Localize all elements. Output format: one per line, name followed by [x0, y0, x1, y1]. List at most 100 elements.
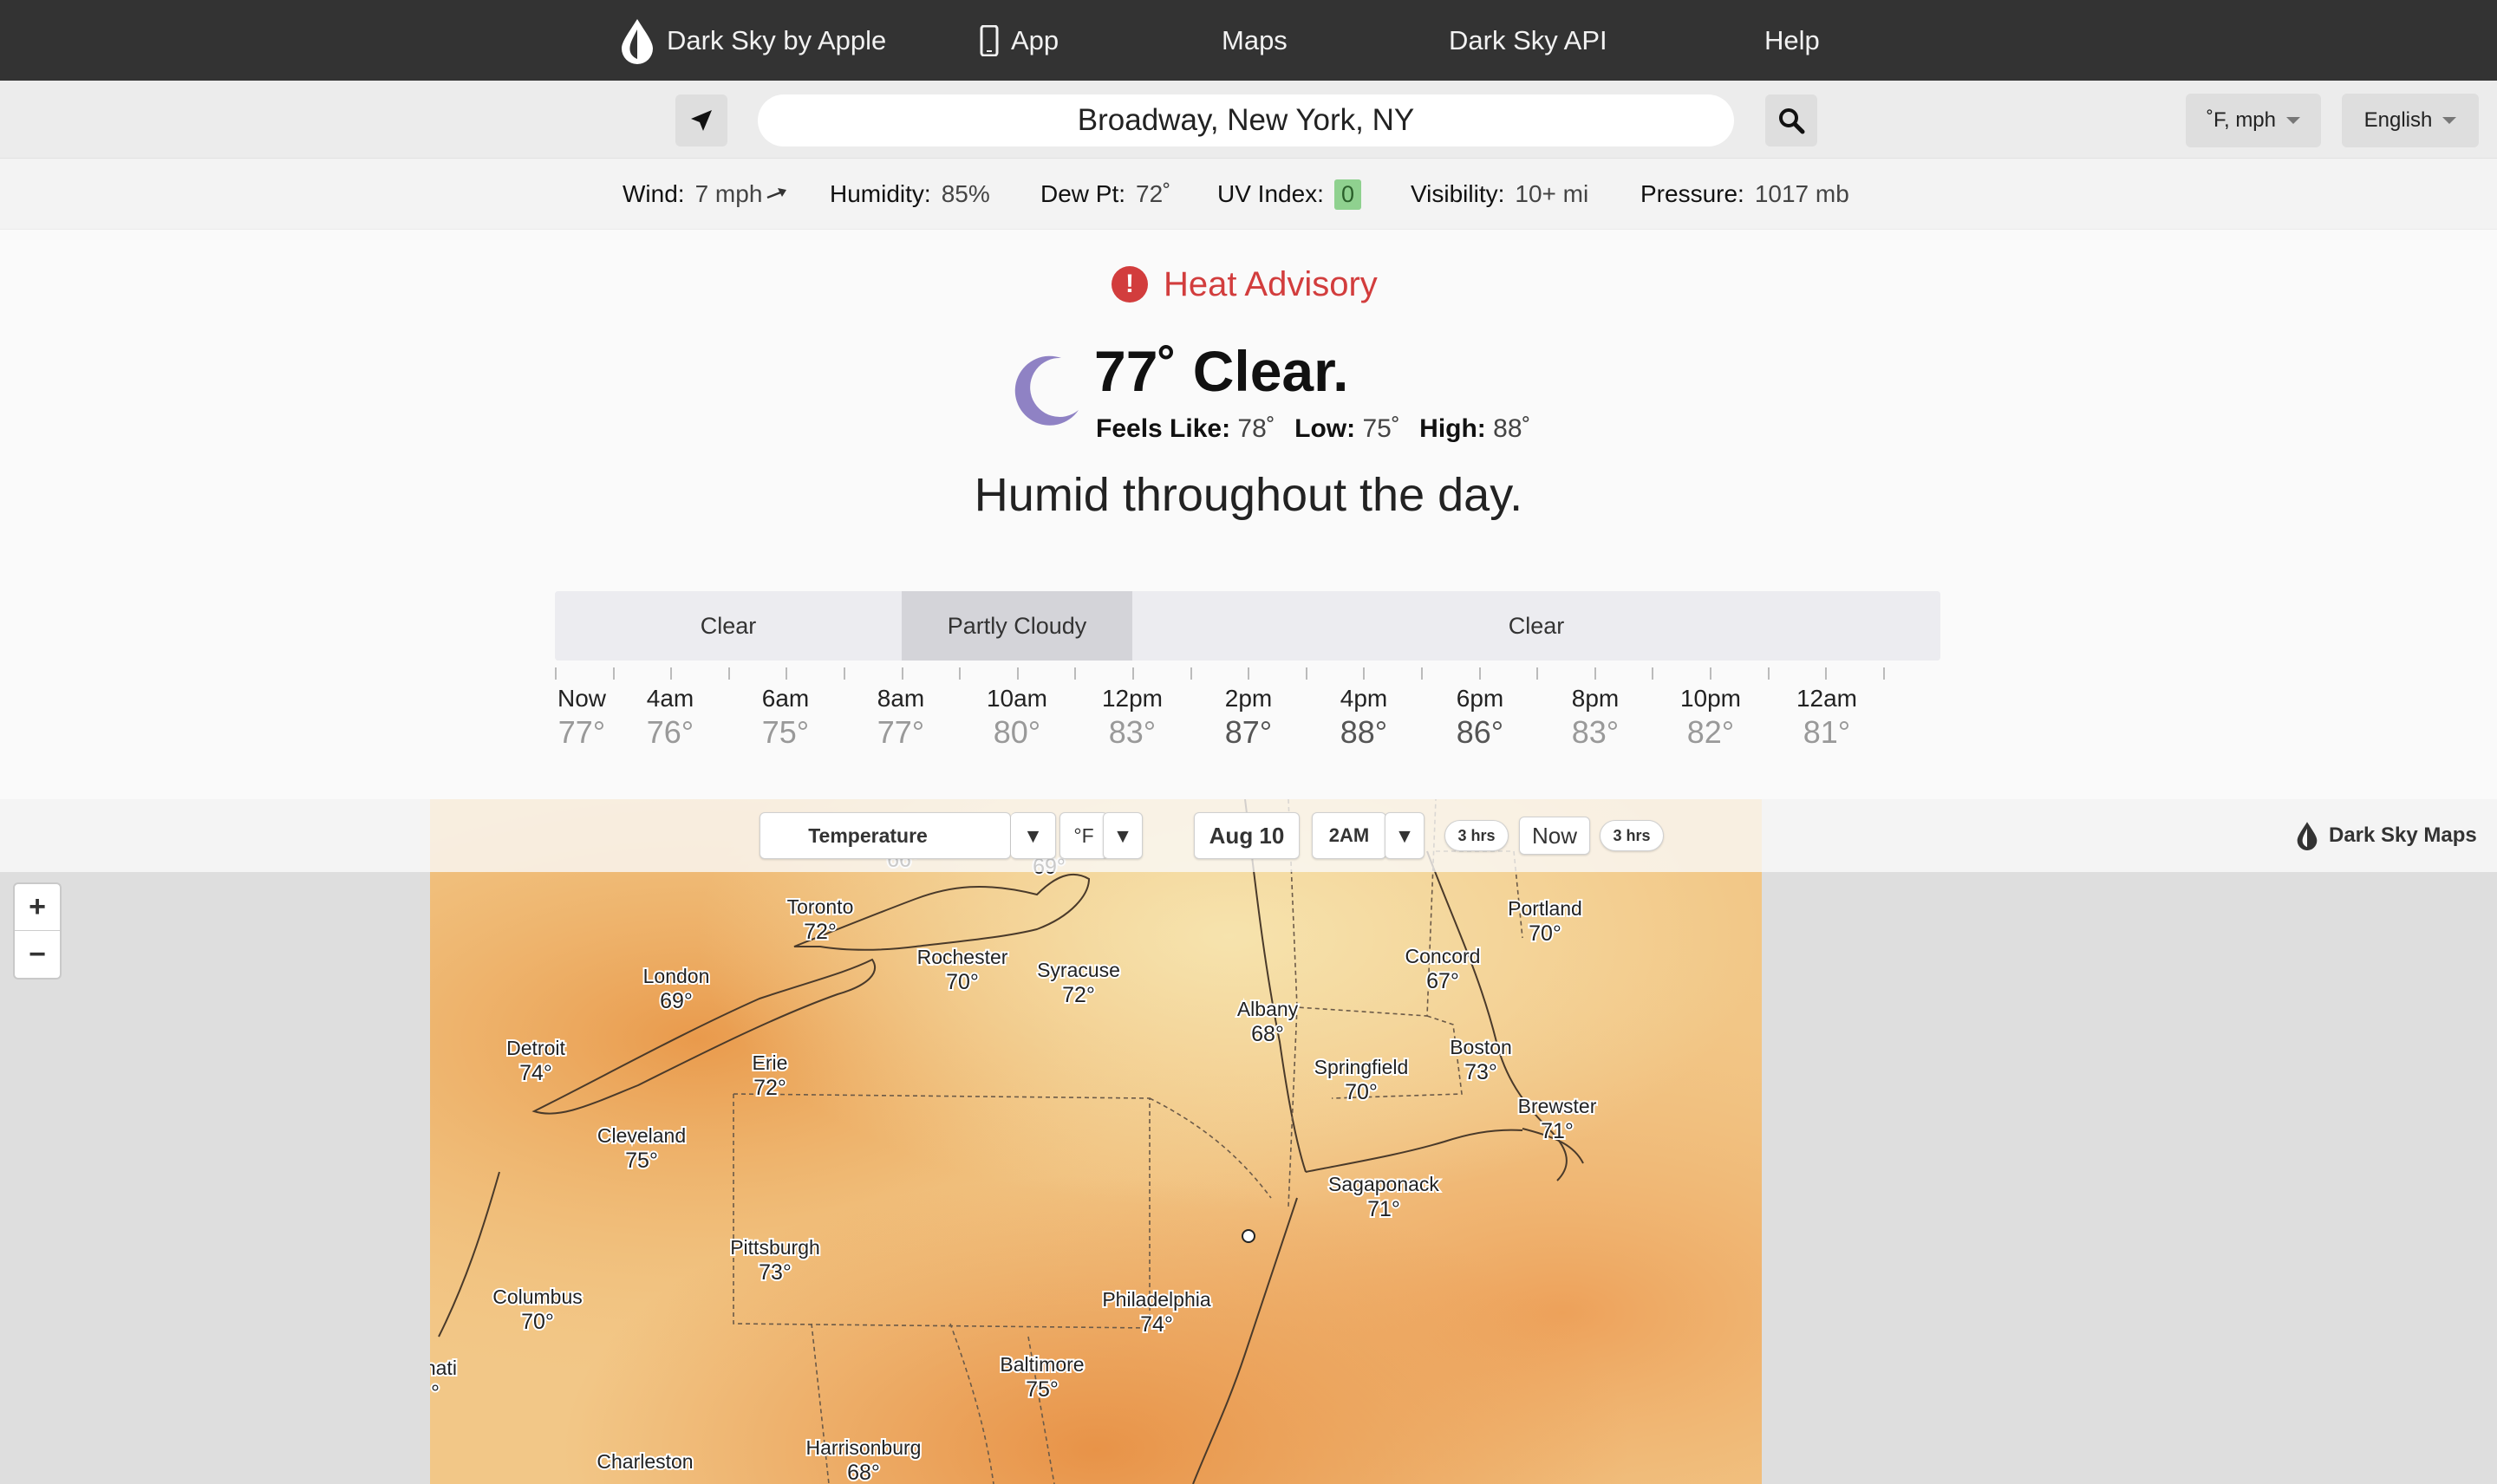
humidity-label: Humidity:: [830, 180, 931, 207]
hour-temperature: 77°: [877, 714, 925, 750]
hour-temperature: 76°: [646, 714, 694, 750]
map-city-temperature: 68°: [847, 1461, 880, 1484]
map-city-temperature: °: [431, 1381, 440, 1405]
map-time-dropdown-button[interactable]: ▼: [1385, 812, 1425, 859]
timeline-tick: [1825, 667, 1828, 680]
hourly-forecast-item: 6am 75°: [742, 685, 829, 751]
map-unit-label: °F: [1073, 823, 1094, 847]
current-summary-title: 77˚ Clear.: [1094, 339, 1349, 403]
timeline-segment[interactable]: Clear: [555, 591, 902, 661]
nav-help-link[interactable]: Help: [1764, 0, 1820, 81]
nav-maps-link[interactable]: Maps: [1222, 0, 1288, 81]
timeline-ticks: [555, 667, 1940, 685]
current-location-marker: [1242, 1229, 1255, 1243]
map-city-name: Harrisonburg: [806, 1436, 922, 1459]
wind-stat: Wind: 7 mph: [623, 159, 788, 230]
map-city-temperature: 70°: [1529, 921, 1561, 946]
timeline-tick: [1421, 667, 1423, 680]
timeline-tick: [1710, 667, 1711, 680]
wind-label: Wind:: [623, 180, 685, 207]
uv-index-label: UV Index:: [1217, 180, 1324, 207]
nav-brand-label: Dark Sky by Apple: [667, 24, 887, 55]
weather-map[interactable]: Toronto 72° Rochester 70° Syracuse 72° London 6…: [0, 799, 2497, 1484]
chevron-down-icon: ▼: [1023, 823, 1043, 847]
map-city-temperature: 67°: [1426, 969, 1459, 993]
map-city-temperature: 72°: [1062, 983, 1095, 1007]
units-select-label: ˚F, mph: [2206, 108, 2276, 132]
timeline-tick: [959, 667, 962, 680]
hour-label: 2pm: [1224, 685, 1273, 712]
map-date-label: Aug 10: [1209, 822, 1285, 849]
humidity-stat: Humidity: 85%: [830, 159, 990, 230]
dark-sky-maps-label: Dark Sky Maps: [2329, 823, 2477, 847]
map-layer-dropdown-button[interactable]: ▼: [1011, 812, 1056, 859]
map-time-button[interactable]: 2AM: [1312, 812, 1386, 859]
locate-button[interactable]: [675, 94, 727, 146]
map-unit-select[interactable]: °F: [1059, 812, 1108, 859]
language-select[interactable]: English: [2342, 94, 2479, 147]
timeline-tick: [555, 667, 557, 680]
hour-label: 12am: [1796, 685, 1858, 712]
timeline-tick: [1190, 667, 1192, 680]
hour-label: Now: [557, 685, 606, 712]
map-step-forward-button[interactable]: 3 hrs: [1600, 820, 1664, 851]
map-zoom-control: + −: [13, 882, 62, 980]
current-conditions-bar: Wind: 7 mph Humidity: 85% Dew Pt: 72˚ UV…: [0, 159, 2497, 230]
nav-app-label: App: [1011, 24, 1059, 55]
map-layer-select[interactable]: Temperature: [760, 812, 1011, 859]
map-city-name: Brewster: [1518, 1095, 1597, 1117]
hourly-forecast-item: 12am 81°: [1783, 685, 1870, 751]
timeline-tick: [1767, 667, 1770, 680]
timeline-tick: [670, 667, 673, 680]
location-search-input[interactable]: [758, 94, 1734, 146]
search-icon: [1779, 108, 1805, 134]
hourly-forecast-item: 4am 76°: [627, 685, 714, 751]
map-city-temperature: 71°: [1367, 1197, 1400, 1221]
map-city-temperature: 73°: [1464, 1060, 1497, 1084]
hour-temperature: 88°: [1340, 714, 1388, 750]
pressure-value: 1017 mb: [1754, 180, 1849, 207]
zoom-out-button[interactable]: −: [15, 931, 60, 978]
chevron-down-icon: [2286, 117, 2300, 124]
nav-api-link[interactable]: Dark Sky API: [1449, 0, 1607, 81]
map-city-name: Sagaponack: [1328, 1173, 1439, 1195]
map-city-temperature: 69°: [660, 989, 693, 1013]
nav-app-link[interactable]: App: [980, 0, 1059, 81]
zoom-in-button[interactable]: +: [15, 884, 60, 931]
map-time-label: 2AM: [1328, 824, 1370, 846]
map-step-back-button[interactable]: 3 hrs: [1444, 820, 1509, 851]
map-date-button[interactable]: Aug 10: [1194, 812, 1300, 859]
timeline-tick: [1132, 667, 1134, 680]
map-city-name: Erie: [753, 1051, 788, 1074]
hour-temperature: 83°: [1108, 714, 1157, 750]
timeline-segment[interactable]: Partly Cloudy: [902, 591, 1132, 661]
map-city-temperature: 75°: [1026, 1377, 1059, 1402]
search-button[interactable]: [1765, 94, 1817, 146]
pressure-label: Pressure:: [1640, 180, 1744, 207]
map-city-name: Detroit: [506, 1037, 565, 1059]
temperature-map-canvas[interactable]: Toronto72°Rochester70° Syracuse72°London6…: [430, 799, 1762, 1484]
moon-icon: [1014, 355, 1079, 426]
map-now-button[interactable]: Now: [1519, 817, 1590, 855]
timeline-tick: [844, 667, 845, 680]
low-label: Low:: [1294, 414, 1356, 443]
timeline-segment[interactable]: Clear: [1132, 591, 1940, 661]
hour-label: 8pm: [1571, 685, 1620, 712]
timeline-tick: [1652, 667, 1654, 680]
map-city-name: London: [643, 965, 710, 987]
nav-brand-link[interactable]: Dark Sky by Apple: [620, 0, 886, 81]
chevron-down-icon: ▼: [1112, 823, 1133, 847]
step-back-label: 3 hrs: [1457, 826, 1496, 844]
heat-advisory-alert[interactable]: ! Heat Advisory: [1112, 263, 1378, 306]
visibility-value: 10+ mi: [1515, 180, 1589, 207]
map-city-temperature: 72°: [804, 920, 837, 944]
hourly-timeline-bar[interactable]: Clear Partly Cloudy Clear: [555, 591, 1940, 661]
dark-sky-maps-brand[interactable]: Dark Sky Maps: [2296, 799, 2477, 872]
visibility-stat: Visibility: 10+ mi: [1411, 159, 1588, 230]
map-unit-dropdown-button[interactable]: ▼: [1103, 812, 1143, 859]
timeline-tick: [786, 667, 788, 680]
current-summary-details: Feels Like: 78˚ Low: 75˚ High: 88˚: [1096, 414, 1543, 444]
units-select[interactable]: ˚F, mph: [2186, 94, 2321, 147]
map-city-name: Pittsburgh: [730, 1236, 820, 1259]
advisory-label: Heat Advisory: [1164, 264, 1378, 303]
